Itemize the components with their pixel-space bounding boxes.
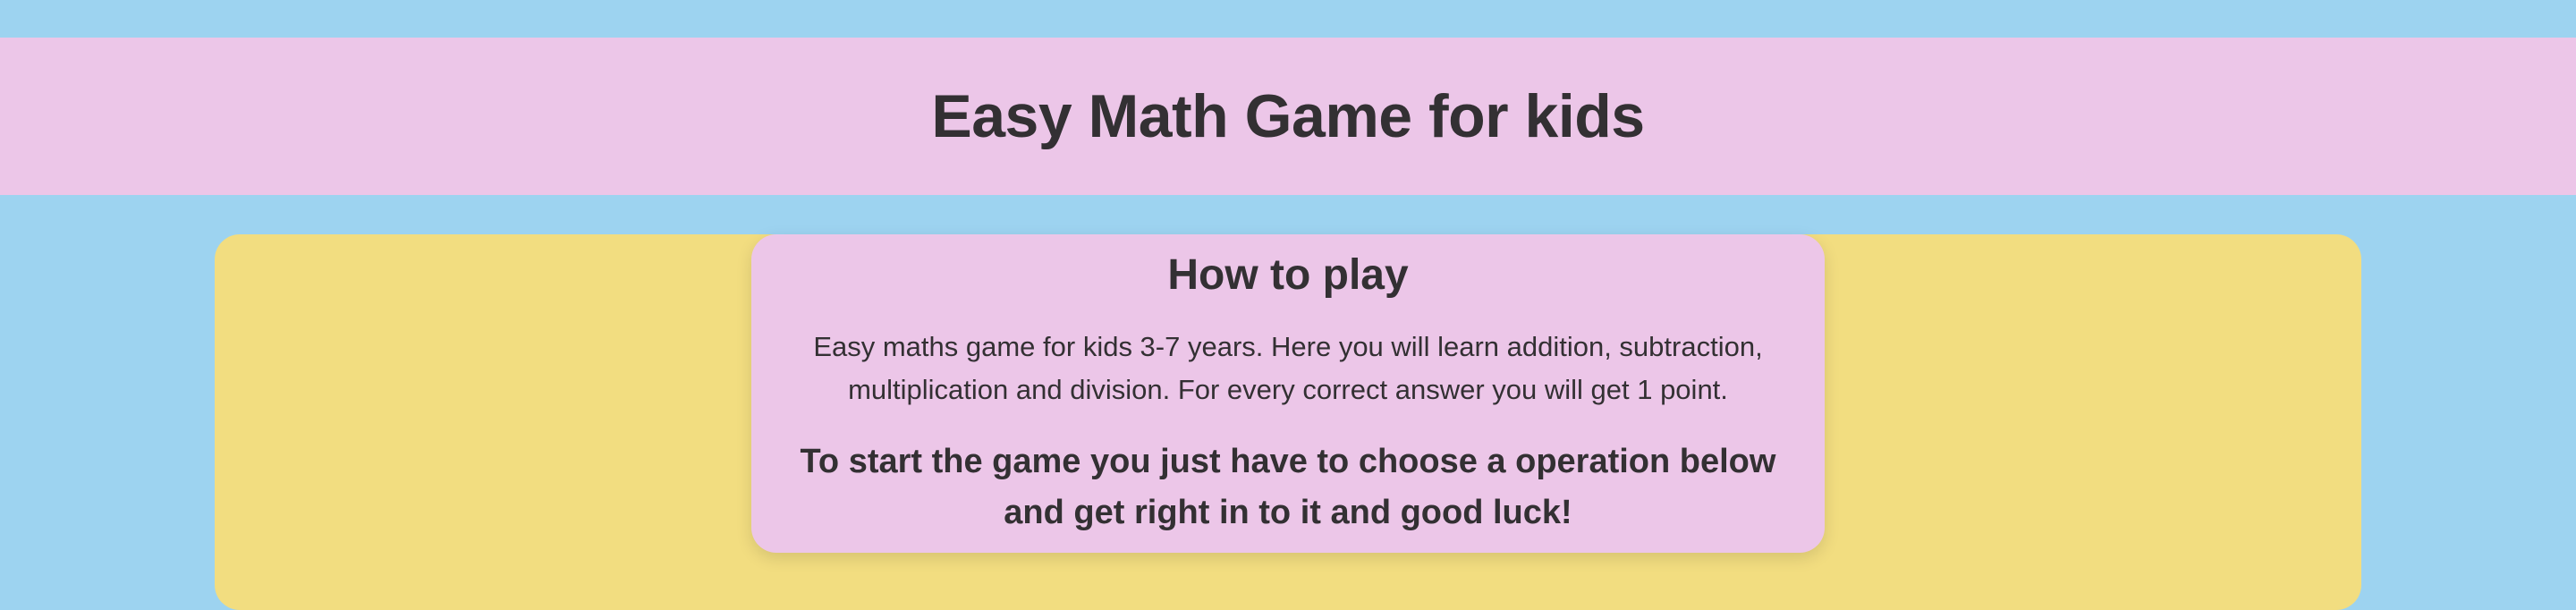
instructions-heading: How to play bbox=[1167, 251, 1409, 299]
page-title: Easy Math Game for kids bbox=[931, 82, 1645, 150]
instructions-call-to-action: To start the game you just have to choos… bbox=[800, 443, 1776, 531]
instructions-card: How to play Easy maths game for kids 3-7… bbox=[751, 234, 1825, 553]
site-header: Easy Math Game for kids bbox=[0, 38, 2576, 195]
instructions-description: Easy maths game for kids 3-7 years. Here… bbox=[813, 331, 1763, 405]
